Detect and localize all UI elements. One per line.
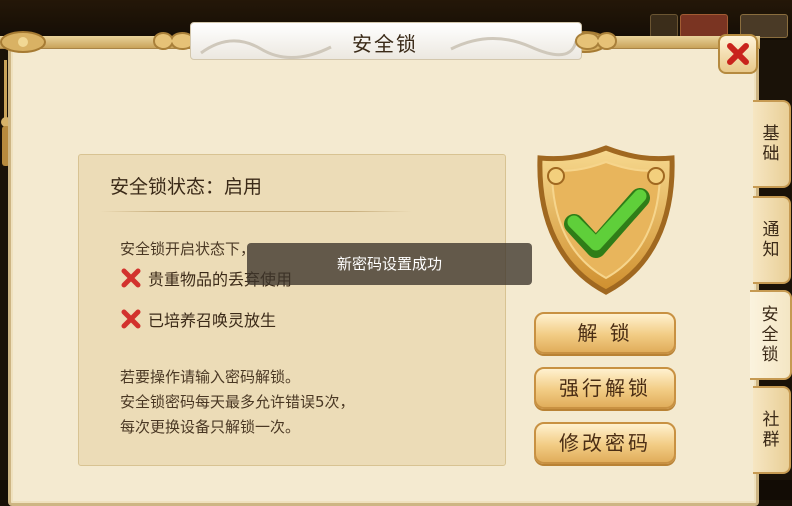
close-x-icon <box>727 43 749 65</box>
red-x-icon <box>121 309 141 329</box>
restriction-item: 已培养召唤灵放生 <box>120 307 276 331</box>
lock-status-title: 安全锁状态：启用 <box>110 176 263 198</box>
note-line: 安全锁密码每天最多允许错误5次， <box>120 393 355 411</box>
tab-label: 基础 <box>762 124 780 164</box>
tab-security-lock[interactable]: 安全锁 <box>750 290 792 380</box>
note-line: 若要操作请输入密码解锁。 <box>120 368 301 386</box>
rail-cap-left <box>0 31 46 53</box>
title-banner: 安全锁 <box>150 22 620 60</box>
tab-label: 社群 <box>762 410 780 450</box>
dialog-title: 安全锁 <box>352 32 418 56</box>
force-unlock-button[interactable]: 强行解锁 <box>534 367 676 409</box>
red-x-icon <box>121 268 141 288</box>
note-line: 每次更换设备只解锁一次。 <box>120 418 301 436</box>
tab-basic[interactable]: 基础 <box>753 100 791 188</box>
tab-label: 通知 <box>762 220 780 260</box>
tab-notification[interactable]: 通知 <box>753 196 791 284</box>
toast-message: 新密码设置成功 <box>247 243 532 285</box>
status-intro: 安全锁开启状态下， <box>120 240 256 258</box>
tab-label: 安全锁 <box>761 305 779 365</box>
hud-element <box>650 14 678 38</box>
unlock-button[interactable]: 解 锁 <box>534 312 676 354</box>
tab-community[interactable]: 社群 <box>753 386 791 474</box>
restriction-label: 已培养召唤灵放生 <box>148 311 277 330</box>
shield-check-icon <box>537 145 675 295</box>
close-button[interactable] <box>718 34 758 74</box>
divider <box>100 211 412 212</box>
change-password-button[interactable]: 修改密码 <box>534 422 676 464</box>
